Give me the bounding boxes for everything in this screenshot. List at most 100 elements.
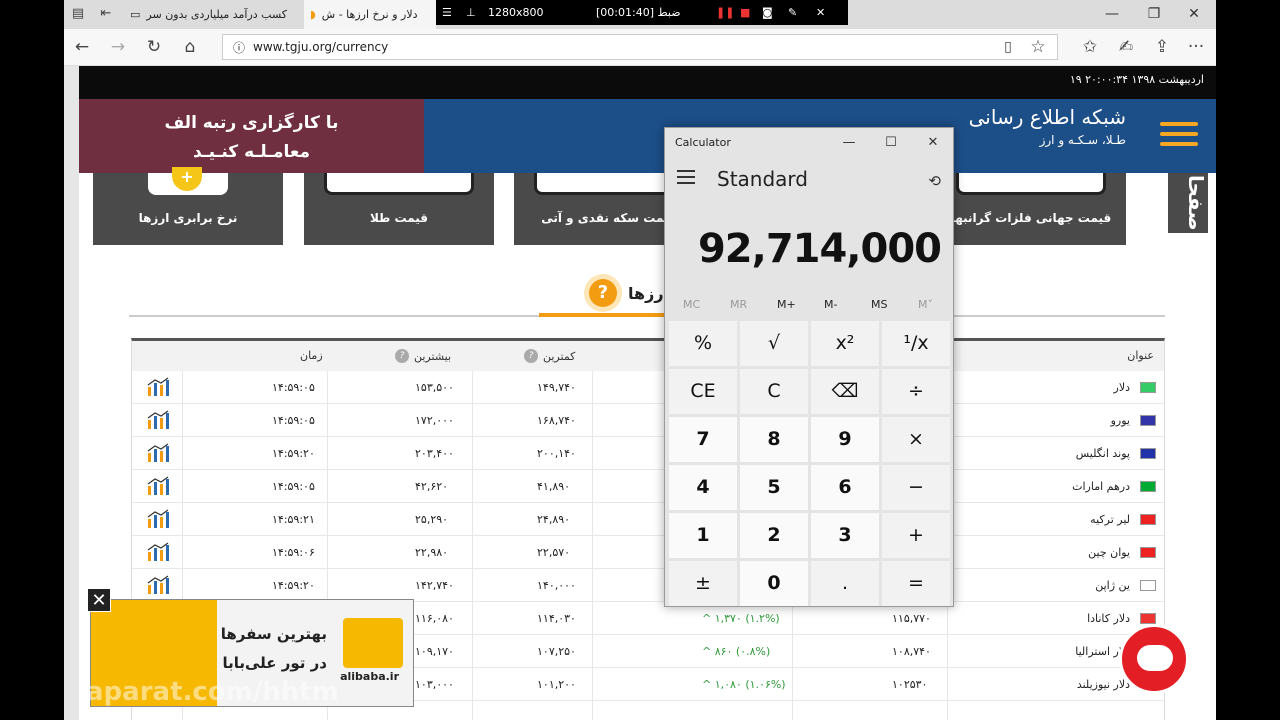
chart-icon[interactable] xyxy=(146,443,170,463)
calc-key[interactable]: √ xyxy=(740,321,808,366)
cell-price: ۱۰۸,۷۴۰ xyxy=(892,645,931,658)
memory-button[interactable]: M- xyxy=(824,298,837,311)
pen-icon[interactable]: ✎ xyxy=(788,6,797,19)
close-ad-button[interactable]: ✕ xyxy=(87,588,111,612)
table-row[interactable]: ۱۴:۵۹:۲۰ ۱۴۲,۷۴۰ ۱۴۰,۰۰۰ ین ژاپن xyxy=(132,569,1164,602)
refresh-icon[interactable]: ↻ xyxy=(142,36,166,58)
chat-button[interactable] xyxy=(1119,624,1189,694)
table-row[interactable]: ۱۴:۵۹:۲۱ ۲۵,۲۹۰ ۲۴,۸۹۰ لیر ترکیه xyxy=(132,503,1164,536)
reading-view-icon[interactable]: ▯ xyxy=(996,36,1020,58)
favorite-star-icon[interactable]: ☆ xyxy=(1026,36,1050,58)
calc-key[interactable]: C xyxy=(740,369,808,414)
calc-key[interactable]: 6 xyxy=(811,465,879,510)
tab-1[interactable]: ▭ کسب درآمد میلیاردی بدون سر xyxy=(124,0,302,29)
ad-line-2: معامـلـه کنـیـد xyxy=(192,142,311,162)
minimize-icon[interactable]: — xyxy=(829,130,869,156)
calc-key[interactable]: CE xyxy=(669,369,737,414)
recorder-resolution: 1280x800 xyxy=(488,6,544,19)
calc-key[interactable]: % xyxy=(669,321,737,366)
table-row[interactable]: ۱۴:۵۹:۰۶ ۲۲,۹۸۰ ۲۲,۵۷۰ یوان چین xyxy=(132,536,1164,569)
help-icon[interactable]: ? xyxy=(524,349,538,363)
close-window-icon[interactable]: ✕ xyxy=(1174,2,1214,26)
share-icon[interactable]: ⇪ xyxy=(1150,36,1174,58)
chart-icon[interactable] xyxy=(146,542,170,562)
section-title: ارزها xyxy=(628,283,670,303)
minimize-icon[interactable]: — xyxy=(1092,2,1132,26)
help-icon[interactable]: ? xyxy=(584,274,622,312)
recorder-menu-icon[interactable]: ☰ xyxy=(442,6,452,19)
tab-back-icon[interactable]: ⇤ xyxy=(98,6,114,22)
favorites-icon[interactable]: ✩ xyxy=(1078,36,1102,58)
pause-icon[interactable]: ❚❚ xyxy=(716,6,734,19)
calc-key[interactable]: . xyxy=(811,561,879,606)
calc-key[interactable]: 1 xyxy=(669,513,737,558)
calc-key[interactable]: ± xyxy=(669,561,737,606)
chart-icon[interactable] xyxy=(146,575,170,595)
flag-icon xyxy=(1140,547,1156,558)
calc-key[interactable]: 7 xyxy=(669,417,737,462)
url-field[interactable]: ⓘ www.tgju.org/currency xyxy=(222,34,1058,60)
page-scrollbar[interactable] xyxy=(64,66,79,720)
calc-key[interactable]: x² xyxy=(811,321,879,366)
calc-key[interactable]: 3 xyxy=(811,513,879,558)
pin-icon[interactable]: ⊥ xyxy=(466,6,476,19)
cell-price: ۱۰۲۵۳۰ xyxy=(892,678,928,691)
home-icon[interactable]: ⌂ xyxy=(178,36,202,58)
calc-key[interactable]: 8 xyxy=(740,417,808,462)
calc-key[interactable]: × xyxy=(882,417,950,462)
camera-icon[interactable]: ◙ xyxy=(762,6,773,19)
cell-high: ۲۲,۹۸۰ xyxy=(415,546,449,559)
memory-button[interactable]: M+ xyxy=(777,298,796,311)
shortcut-gold-price[interactable]: قیمت طلا xyxy=(304,173,494,245)
chart-icon[interactable] xyxy=(146,377,170,397)
shortcut-row: + نرخ برابری ارزها قیمت طلا قیمت سکه نقد… xyxy=(79,167,1216,253)
memory-button[interactable]: MC xyxy=(683,298,700,311)
tabs-aside-icon[interactable]: ▤ xyxy=(70,6,86,22)
chart-icon[interactable] xyxy=(146,476,170,496)
history-icon[interactable]: ⟲ xyxy=(928,172,941,190)
calc-key[interactable]: ¹/x xyxy=(882,321,950,366)
memory-button[interactable]: M˅ xyxy=(918,298,933,311)
more-icon[interactable]: ··· xyxy=(1184,36,1208,58)
calc-key[interactable]: 2 xyxy=(740,513,808,558)
notes-icon[interactable]: ✍ xyxy=(1114,36,1138,58)
brand[interactable]: شبکه اطلاع رسانی طـلا، سـکـه و ارز xyxy=(969,105,1126,147)
flag-icon xyxy=(1140,415,1156,426)
calc-key[interactable]: − xyxy=(882,465,950,510)
restore-icon[interactable]: ❐ xyxy=(1134,2,1174,26)
calc-key[interactable]: 9 xyxy=(811,417,879,462)
table-row[interactable]: ۱۴:۵۹:۰۵ ۱۵۳,۵۰۰ ۱۴۹,۷۴۰ دلار xyxy=(132,371,1164,404)
calc-key[interactable]: 0 xyxy=(740,561,808,606)
table-row[interactable]: ۱۴:۵۹:۲۰ ۲۰۳,۴۰۰ ۲۰۰,۱۴۰ پوند انگلیس xyxy=(132,437,1164,470)
calc-key[interactable]: 5 xyxy=(740,465,808,510)
calc-key[interactable]: = xyxy=(882,561,950,606)
coins-icon xyxy=(534,173,684,195)
forward-icon[interactable]: → xyxy=(106,36,130,58)
calc-menu-icon[interactable] xyxy=(677,170,695,184)
hamburger-menu-icon[interactable] xyxy=(1160,122,1198,150)
chart-icon[interactable] xyxy=(146,509,170,529)
close-icon[interactable]: ✕ xyxy=(913,130,953,156)
close-icon[interactable]: ✕ xyxy=(816,6,825,19)
cell-name: یورو xyxy=(1110,414,1130,427)
shortcut-exchange-rates[interactable]: + نرخ برابری ارزها xyxy=(93,167,283,245)
memory-button[interactable]: MS xyxy=(871,298,887,311)
stop-icon[interactable]: ■ xyxy=(740,6,750,19)
calc-key[interactable]: 4 xyxy=(669,465,737,510)
maximize-icon[interactable]: ☐ xyxy=(871,130,911,156)
header-ad-banner[interactable]: با کارگزاری رتبه الف معامـلـه کنـیـد xyxy=(79,99,424,173)
tab-2[interactable]: ◗ دلار و نرخ ارزها - ش xyxy=(304,0,436,29)
flag-icon xyxy=(1140,382,1156,393)
gold-bars-icon xyxy=(324,173,474,195)
calc-key[interactable]: ÷ xyxy=(882,369,950,414)
chart-icon[interactable] xyxy=(146,410,170,430)
table-row[interactable]: ۱۴:۵۹:۰۵ ۴۲,۶۲۰ ۴۱,۸۹۰ درهم امارات xyxy=(132,470,1164,503)
table-row[interactable]: ۱۴:۵۹:۰۵ ۱۷۲,۰۰۰ ۱۶۸,۷۴۰ یورو xyxy=(132,404,1164,437)
memory-button[interactable]: MR xyxy=(730,298,747,311)
back-icon[interactable]: ← xyxy=(70,36,94,58)
shortcut-precious-metals[interactable]: قیمت جهانی فلزات گرانبها xyxy=(936,173,1126,245)
plus-icon: + xyxy=(172,167,202,191)
calc-key[interactable]: ⌫ xyxy=(811,369,879,414)
calc-key[interactable]: + xyxy=(882,513,950,558)
help-icon[interactable]: ? xyxy=(395,349,409,363)
